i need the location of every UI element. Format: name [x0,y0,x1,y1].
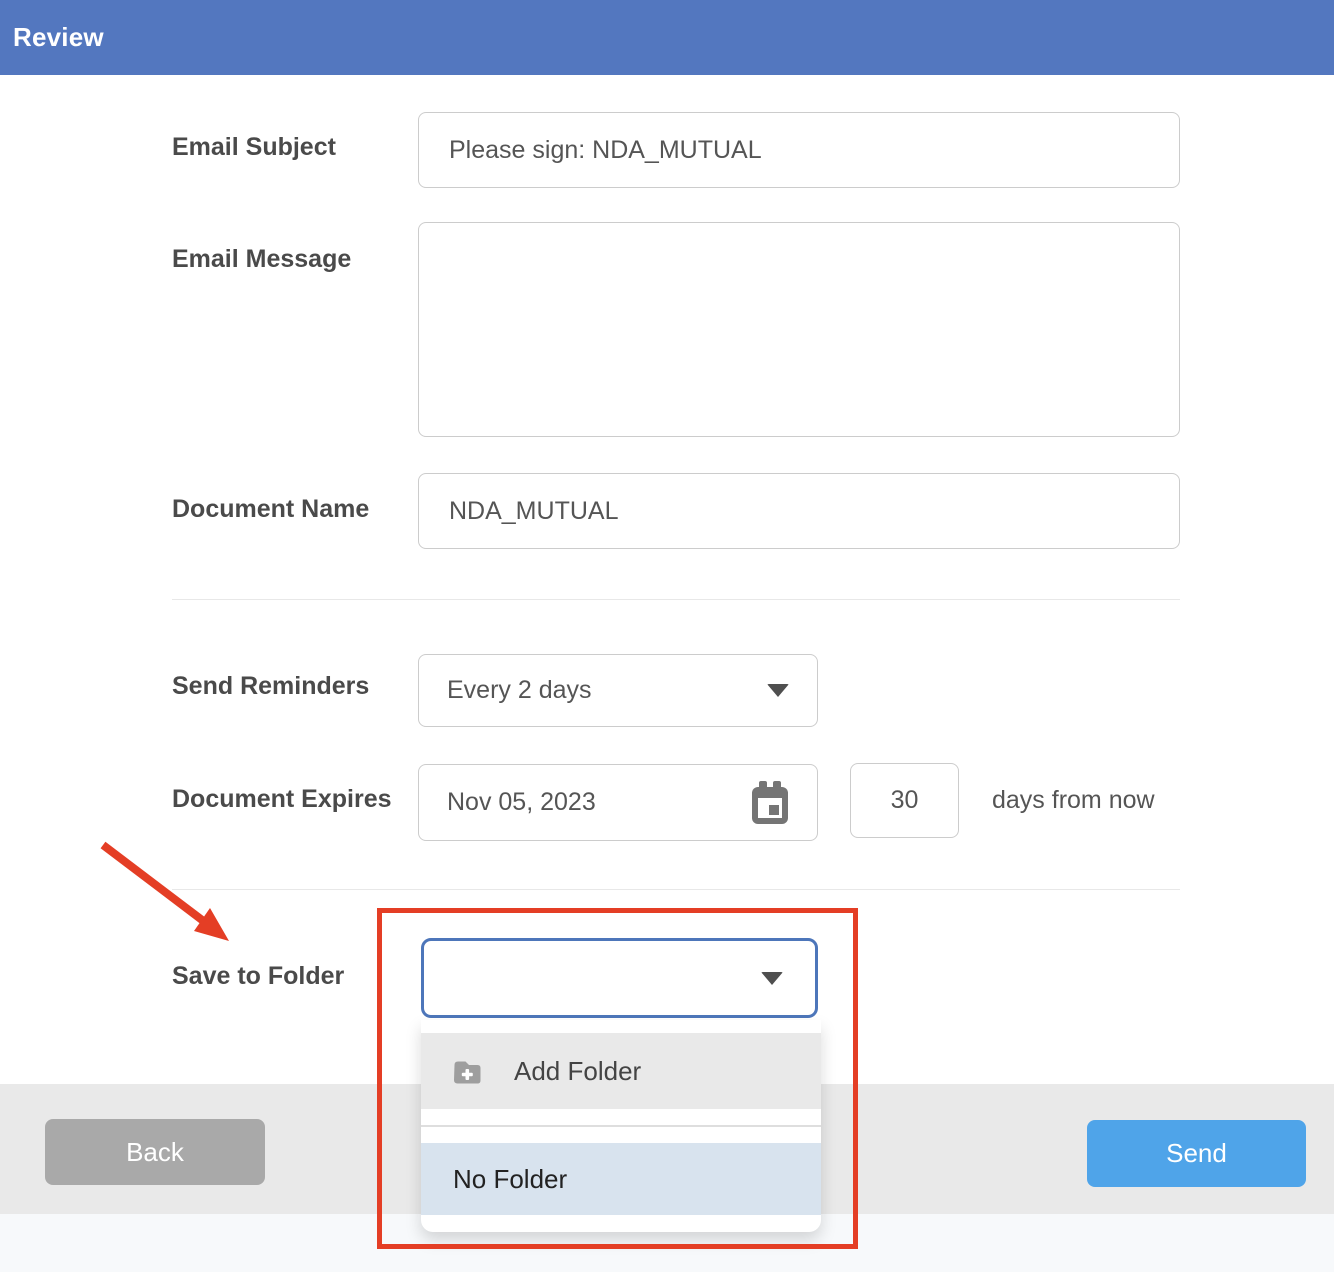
page-title: Review [13,22,104,53]
send-reminders-select[interactable]: Every 2 days [418,654,818,727]
document-name-input[interactable] [418,473,1180,549]
document-expires-label: Document Expires [172,785,392,814]
calendar-icon[interactable] [751,781,789,825]
save-to-folder-select[interactable] [421,938,818,1018]
email-message-textarea[interactable] [418,222,1180,437]
expires-days-input[interactable] [850,763,959,838]
back-button[interactable]: Back [45,1119,265,1185]
review-screen: Review Email Subject Email Message Docum… [0,0,1334,1272]
menu-item-no-folder[interactable]: No Folder [421,1143,821,1215]
document-name-label: Document Name [172,495,369,524]
save-to-folder-label: Save to Folder [172,962,344,991]
menu-item-label: Add Folder [514,1056,641,1087]
folder-dropdown-menu: Add Folder No Folder [421,1020,821,1232]
folder-plus-icon [453,1058,482,1085]
menu-spacer [421,1020,821,1033]
document-expires-date-value: Nov 05, 2023 [447,788,596,817]
divider [172,599,1180,600]
document-expires-date-input[interactable]: Nov 05, 2023 [418,764,818,841]
days-from-now-text: days from now [992,786,1155,815]
chevron-down-icon [767,684,789,697]
menu-item-label: No Folder [453,1164,567,1195]
email-subject-input[interactable] [418,112,1180,188]
menu-divider [421,1109,821,1143]
email-subject-label: Email Subject [172,133,336,162]
header: Review [0,0,1334,75]
send-button[interactable]: Send [1087,1120,1306,1187]
menu-item-add-folder[interactable]: Add Folder [421,1033,821,1109]
email-message-label: Email Message [172,245,351,274]
send-reminders-label: Send Reminders [172,672,369,701]
divider [172,889,1180,890]
send-reminders-value: Every 2 days [447,676,592,705]
chevron-down-icon [761,972,783,985]
